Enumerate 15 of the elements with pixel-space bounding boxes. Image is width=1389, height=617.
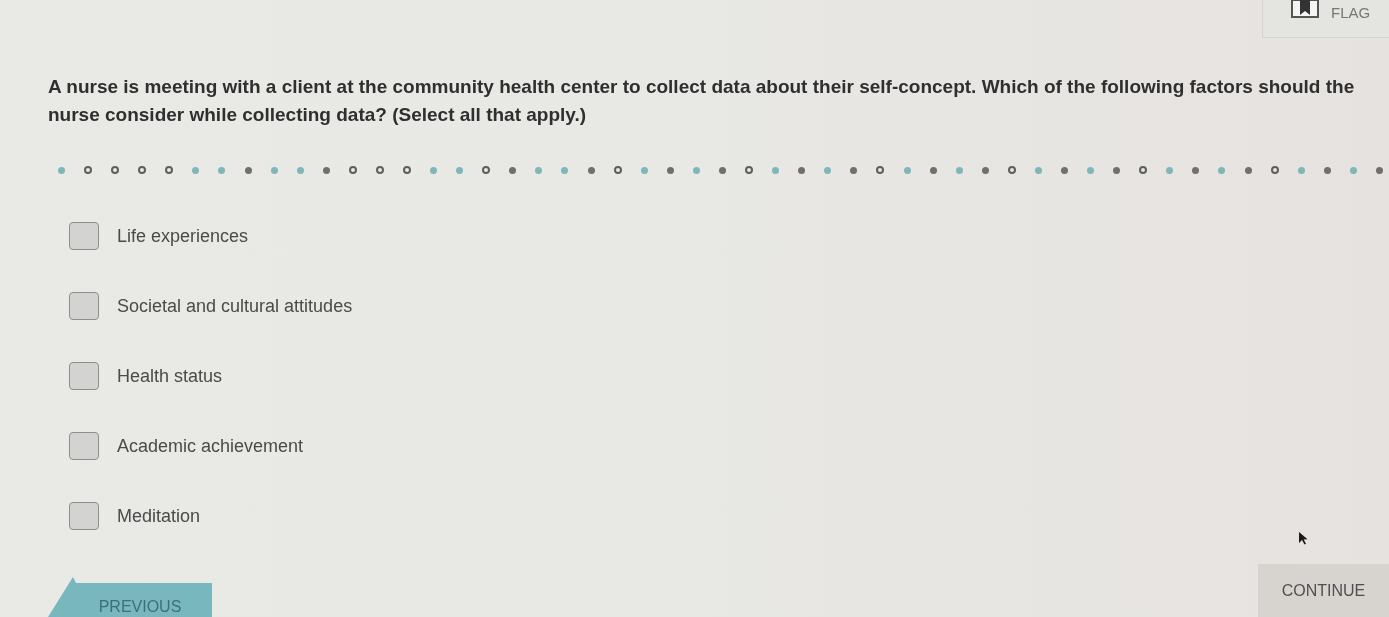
option-label[interactable]: Societal and cultural attitudes bbox=[117, 294, 353, 318]
option-label[interactable]: Life experiences bbox=[117, 224, 249, 248]
bookmark-icon bbox=[1291, 0, 1319, 18]
option-label[interactable]: Health status bbox=[117, 364, 223, 388]
option-label[interactable]: Meditation bbox=[117, 504, 201, 528]
option-label[interactable]: Academic achievement bbox=[117, 434, 304, 458]
continue-button[interactable]: CONTINUE bbox=[1258, 564, 1389, 617]
checkbox[interactable] bbox=[69, 222, 99, 250]
mouse-pointer-icon bbox=[1298, 531, 1308, 545]
question-text: A nurse is meeting with a client at the community health center to collect data about their self-concept. Which of the following factors should the nurse consider while collecting data? (Select all that apply.) bbox=[47, 75, 1356, 127]
checkbox[interactable] bbox=[69, 432, 99, 460]
checkbox[interactable] bbox=[69, 292, 99, 320]
flag-button[interactable]: FLAG bbox=[1262, 0, 1389, 38]
checkbox[interactable] bbox=[69, 362, 99, 390]
checkbox[interactable] bbox=[69, 502, 99, 530]
